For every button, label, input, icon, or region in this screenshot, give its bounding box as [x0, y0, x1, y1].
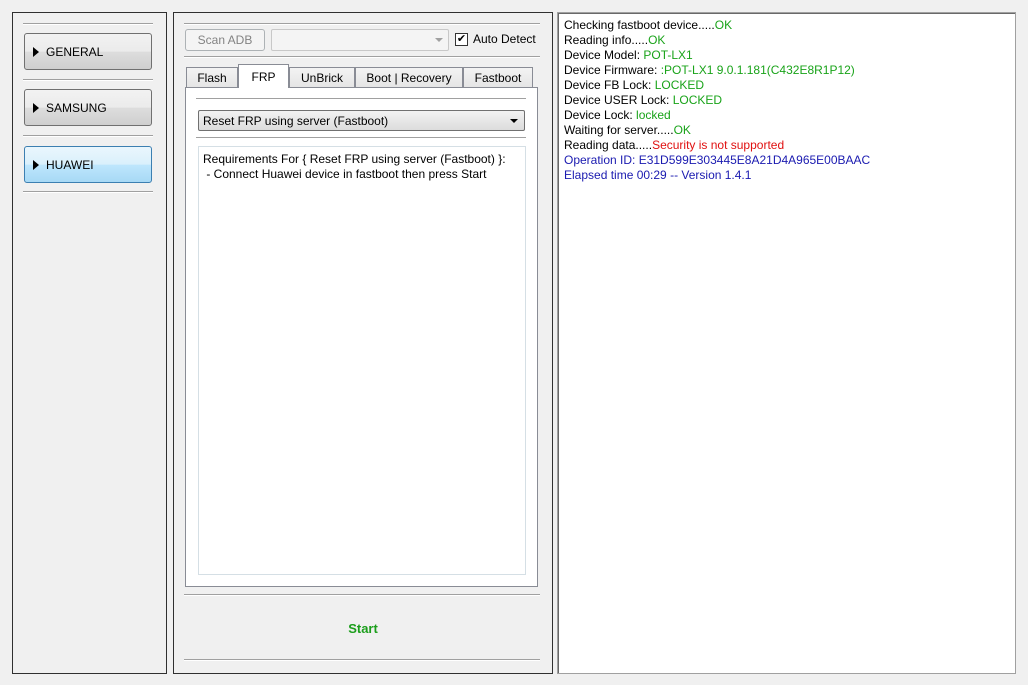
log-text: Checking fastboot device.....OK Reading i…	[564, 18, 870, 183]
divider	[184, 594, 540, 596]
divider	[196, 137, 526, 139]
log-output[interactable]: Checking fastboot device.....OK Reading i…	[557, 12, 1016, 674]
requirements-box: Requirements For { Reset FRP using serve…	[198, 146, 526, 575]
log-line: Device FB Lock: LOCKED	[564, 78, 870, 93]
general-button[interactable]: GENERAL	[24, 33, 152, 70]
log-line-text: Device Lock:	[564, 108, 637, 122]
log-line-value: LOCKED	[654, 78, 705, 92]
log-line-value: OK	[673, 123, 691, 137]
divider	[23, 191, 153, 193]
divider	[184, 659, 540, 661]
divider	[184, 23, 540, 25]
divider	[23, 135, 153, 137]
log-line: Device Firmware: :POT-LX1 9.0.1.181(C432…	[564, 63, 870, 78]
log-line: Elapsed time 00:29 -- Version 1.4.1	[564, 168, 870, 183]
log-line-text: Reading data.....	[564, 138, 653, 152]
log-line-value: OK	[714, 18, 733, 32]
scan-adb-button[interactable]: Scan ADB	[185, 29, 265, 51]
requirements-line: - Connect Huawei device in fastboot then…	[203, 167, 487, 181]
log-line-text: Operation ID: E31D599E303445E8A21D4A965E…	[564, 153, 871, 167]
log-line-value: OK	[648, 33, 666, 47]
operation-select[interactable]: Reset FRP using server (Fastboot)	[198, 110, 525, 131]
divider	[23, 23, 153, 25]
log-line-text: Device Model:	[564, 48, 644, 62]
operations-panel: Scan ADB ✔ Auto Detect Flash FRP UnBrick…	[173, 12, 553, 674]
expand-arrow-icon	[33, 159, 39, 170]
log-line: Checking fastboot device.....OK	[564, 18, 870, 33]
start-button[interactable]: Start	[174, 621, 552, 636]
tab-fastboot[interactable]: Fastboot	[463, 67, 533, 87]
log-line-value: locked	[636, 108, 671, 122]
samsung-label: SAMSUNG	[46, 100, 107, 115]
frp-tab-page: Reset FRP using server (Fastboot) Requir…	[185, 87, 538, 587]
log-line-value: Security is not supported	[652, 138, 785, 152]
log-line-text: Waiting for server.....	[564, 123, 674, 137]
general-label: GENERAL	[46, 44, 104, 59]
divider	[196, 98, 526, 100]
log-line-text: Checking fastboot device.....	[564, 18, 715, 32]
log-line: Operation ID: E31D599E303445E8A21D4A965E…	[564, 153, 870, 168]
expand-arrow-icon	[33, 102, 39, 113]
log-line-value: POT-LX1	[643, 48, 693, 62]
checkmark-icon: ✔	[456, 33, 467, 45]
log-line-text: Reading info.....	[564, 33, 649, 47]
log-line-text: Device FB Lock:	[564, 78, 655, 92]
tab-flash[interactable]: Flash	[186, 67, 238, 87]
log-line-value: LOCKED	[672, 93, 723, 107]
log-line: Reading data.....Security is not support…	[564, 138, 870, 153]
log-line: Device USER Lock: LOCKED	[564, 93, 870, 108]
expand-arrow-icon	[33, 46, 39, 57]
divider	[184, 56, 540, 58]
log-line: Device Model: POT-LX1	[564, 48, 870, 63]
log-line-text: Device USER Lock:	[564, 93, 673, 107]
divider	[23, 79, 153, 81]
operation-select-value: Reset FRP using server (Fastboot)	[203, 113, 389, 128]
tab-boot-recovery[interactable]: Boot | Recovery	[355, 67, 463, 87]
tab-frp[interactable]: FRP	[238, 64, 289, 88]
category-panel: GENERAL SAMSUNG HUAWEI	[12, 12, 167, 674]
samsung-button[interactable]: SAMSUNG	[24, 89, 152, 126]
device-select[interactable]	[271, 29, 449, 51]
auto-detect-checkbox[interactable]: ✔	[455, 33, 468, 46]
huawei-button[interactable]: HUAWEI	[24, 146, 152, 183]
log-line: Waiting for server.....OK	[564, 123, 870, 138]
log-line-text: Device Firmware:	[564, 63, 661, 77]
log-line-value: :POT-LX1 9.0.1.181(C432E8R1P12)	[660, 63, 855, 77]
log-line: Device Lock: locked	[564, 108, 870, 123]
chevron-down-icon	[435, 38, 443, 42]
auto-detect-label: Auto Detect	[473, 32, 536, 46]
tab-unbrick[interactable]: UnBrick	[289, 67, 355, 87]
log-line-text: Elapsed time 00:29 -- Version 1.4.1	[564, 168, 752, 182]
chevron-down-icon	[510, 119, 518, 123]
requirements-title: Requirements For { Reset FRP using serve…	[203, 152, 506, 166]
huawei-label: HUAWEI	[46, 157, 94, 172]
log-line: Reading info.....OK	[564, 33, 870, 48]
